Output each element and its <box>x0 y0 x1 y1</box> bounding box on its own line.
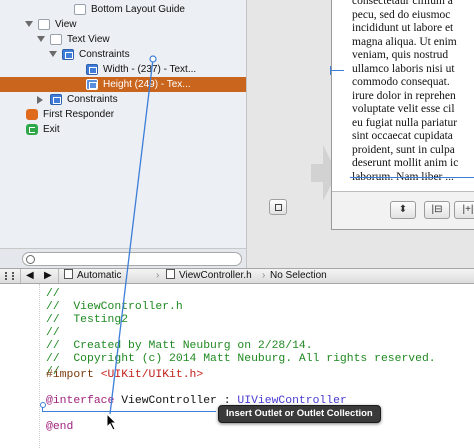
outline-filter-bar <box>0 248 246 268</box>
jump-mode-label: Automatic <box>77 270 122 281</box>
text-view-line: sint occaecat cupidata <box>352 130 453 142</box>
outline-filter-field[interactable] <box>22 252 242 266</box>
code-comment-line: // ViewController.h <box>46 301 183 313</box>
filter-icon <box>26 255 35 264</box>
outline-item-label: Exit <box>43 124 60 135</box>
end-keyword: @end <box>46 421 74 433</box>
code-comment-line: // <box>46 327 60 339</box>
text-view-line: eu fugiat nulla pariatur <box>352 116 458 129</box>
view-icon <box>38 19 50 30</box>
import-line: #import <UIKit/UIKit.h> <box>46 369 203 382</box>
zoom-to-fit-button[interactable] <box>269 199 287 215</box>
text-view-line: deserunt mollit anim ic <box>352 157 459 169</box>
related-items-grid-icon[interactable] <box>5 272 14 280</box>
pin-button[interactable]: |⊟ <box>424 201 450 219</box>
outline-item-label: Constraints <box>67 94 118 105</box>
outline-item-label: Height (249) - Tex... <box>103 79 191 90</box>
resolve-icon: |+| <box>462 204 474 215</box>
chevron-right-icon: › <box>262 270 266 281</box>
box-icon <box>74 4 86 15</box>
outline-item[interactable]: Exit <box>0 122 246 137</box>
constraints-icon <box>50 94 62 105</box>
back-arrow-icon[interactable]: ◀ <box>26 269 34 283</box>
chevron-right-icon: › <box>156 270 160 281</box>
exit-icon <box>26 124 38 135</box>
outline-item[interactable]: Constraints <box>0 47 246 62</box>
outlet-connection-dot <box>40 402 46 408</box>
text-view-line: proident, sunt in culpa <box>352 143 455 156</box>
pin-icon: |⊟ <box>431 204 443 215</box>
code-editor[interactable]: //// ViewController.h// Testing2//// Cre… <box>0 284 474 448</box>
code-comment-line: // <box>46 288 60 300</box>
outlet-insertion-indicator <box>42 404 216 412</box>
outline-item[interactable]: Constraints <box>0 92 246 107</box>
outline-item[interactable]: Bottom Layout Guide <box>0 2 246 17</box>
disclosure-open-icon[interactable] <box>49 51 57 57</box>
insert-outlet-tooltip: Insert Outlet or Outlet Collection <box>218 405 381 423</box>
disclosure-closed-icon[interactable] <box>37 96 43 104</box>
view-icon <box>50 34 62 45</box>
outline-item[interactable]: Width - (237) - Text... <box>0 62 246 77</box>
outline-item-label: Width - (237) - Text... <box>103 64 197 75</box>
outline-item-label: Bottom Layout Guide <box>91 4 185 15</box>
outline-item-label: View <box>55 19 77 30</box>
assistant-icon <box>64 269 73 279</box>
outline-item[interactable]: Text View <box>0 32 246 47</box>
import-path: <UIKit/UIKit.h> <box>100 369 204 381</box>
outline-item-label: First Responder <box>43 109 115 120</box>
end-line: @end <box>46 421 73 434</box>
resolve-button[interactable]: |+| <box>454 201 474 219</box>
constraint-icon <box>86 64 98 75</box>
mouse-pointer-icon <box>106 413 118 431</box>
interface-builder-canvas[interactable]: consectetaur cillium a pecu, sed do eiusm… <box>246 0 474 268</box>
text-view-line: veniam, quis nostrud <box>352 49 449 61</box>
code-comment-line: // Created by Matt Neuburg on 2/28/14. <box>46 340 313 352</box>
text-view-line: pecu, sed do eiusmoc <box>352 8 451 21</box>
outline-item[interactable]: Height (249) - Tex... <box>0 77 246 92</box>
jump-file[interactable]: ViewController.h <box>166 269 252 283</box>
outline-item-label: Constraints <box>79 49 130 60</box>
text-view-line: incididunt ut labore et <box>352 22 454 34</box>
outline-item[interactable]: First Responder <box>0 107 246 122</box>
outline-item[interactable]: View <box>0 17 246 32</box>
autolayout-toolbar: ⬍ |⊟ |+| <box>332 191 474 229</box>
text-view-line: magna aliqua. Ut enim <box>352 35 457 48</box>
constraint-indicator <box>330 66 344 75</box>
align-icon: ⬍ <box>398 204 408 215</box>
editor-gutter <box>0 284 40 448</box>
code-comment-line: // Copyright (c) 2014 Matt Neuburg. All … <box>46 353 436 365</box>
outline-item-label: Text View <box>67 34 110 45</box>
text-view-line: commodo consequat. <box>352 76 450 88</box>
cube-icon <box>26 109 38 120</box>
document-outline: Bottom Layout Guide View Text View Constrai… <box>0 0 246 268</box>
code-comment-line: // Testing2 <box>46 314 129 326</box>
align-button[interactable]: ⬍ <box>390 201 416 219</box>
text-view-line: voluptate velit esse cil <box>352 103 455 115</box>
text-view-line: consectetaur cillium a <box>352 0 453 7</box>
view-controller-scene[interactable]: consectetaur cillium a pecu, sed do eiusm… <box>330 0 474 230</box>
text-view[interactable]: consectetaur cillium a pecu, sed do eiusm… <box>352 0 474 184</box>
text-view-line: irure dolor in reprehen <box>352 89 456 102</box>
jump-mode[interactable]: Automatic <box>64 269 121 283</box>
constraint-indicator <box>350 177 474 178</box>
jump-symbol[interactable]: No Selection <box>270 269 327 283</box>
text-view-line: ullamco laboris nisi ut <box>352 62 455 75</box>
disclosure-open-icon[interactable] <box>25 21 33 27</box>
xcode-window: Bottom Layout Guide View Text View Constrai… <box>0 0 474 448</box>
jump-file-label: ViewController.h <box>179 270 252 281</box>
disclosure-open-icon[interactable] <box>37 36 45 42</box>
constraint-icon <box>86 79 98 90</box>
constraints-icon <box>62 49 74 60</box>
import-directive: #import <box>46 369 101 381</box>
header-file-icon <box>166 269 175 279</box>
forward-arrow-icon[interactable]: ▶ <box>44 269 52 283</box>
editor-jump-bar: ◀ ▶ Automatic › ViewController.h › No Se… <box>0 268 474 284</box>
